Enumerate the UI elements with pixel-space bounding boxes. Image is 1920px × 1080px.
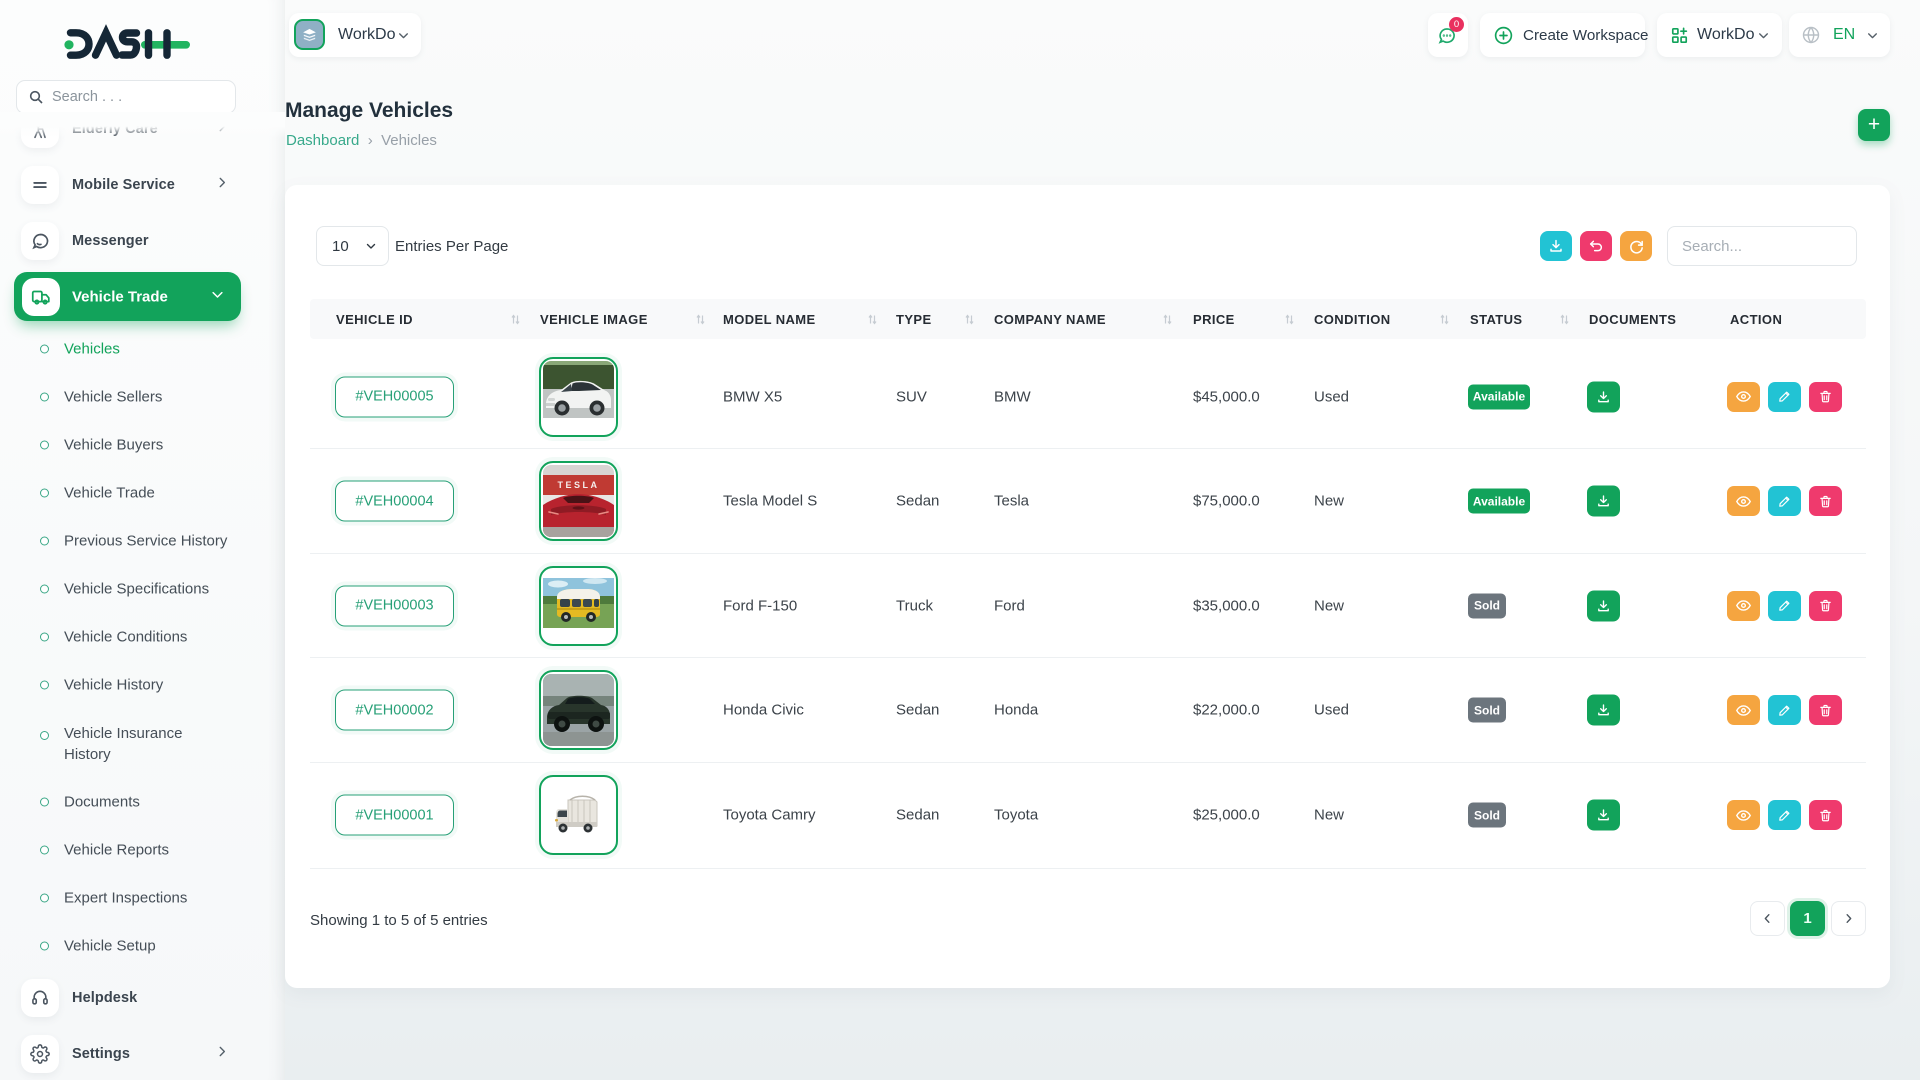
- svg-text:TESLA: TESLA: [557, 480, 599, 490]
